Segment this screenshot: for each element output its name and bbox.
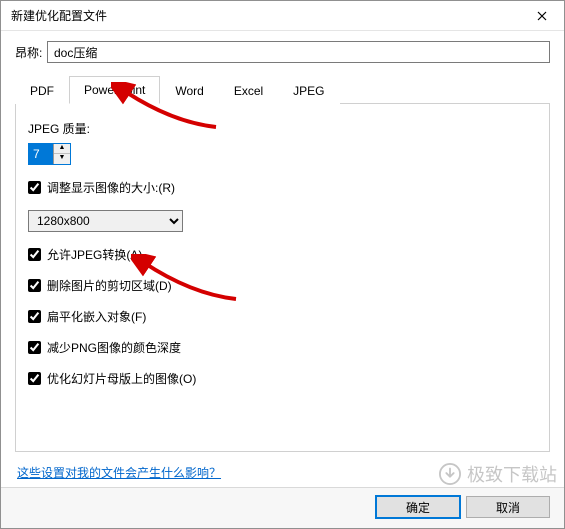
spinner-up[interactable]: ▲ [54,144,70,154]
optimize-master-row: 优化幻灯片母版上的图像(O) [28,370,537,387]
help-link[interactable]: 这些设置对我的文件会产生什么影响？ [17,466,221,480]
resize-select[interactable]: 1280x800 [28,210,183,232]
cancel-button[interactable]: 取消 [466,496,550,518]
help-row: 这些设置对我的文件会产生什么影响？ [15,460,550,487]
jpeg-quality-field: JPEG 质量: ▲ ▼ [28,120,537,165]
optimize-master-label: 优化幻灯片母版上的图像(O) [47,370,196,387]
tab-jpeg[interactable]: JPEG [278,77,339,104]
resize-select-row: 1280x800 [28,210,537,232]
optimize-master-checkbox[interactable] [28,372,41,385]
flatten-row: 扁平化嵌入对象(F) [28,308,537,325]
reduce-png-label: 减少PNG图像的颜色深度 [47,339,181,356]
nickname-label: 昂称: [15,44,47,61]
tab-pdf[interactable]: PDF [15,77,69,104]
resize-checkbox-row: 调整显示图像的大小:(R) [28,179,537,196]
flatten-checkbox[interactable] [28,310,41,323]
tab-bar: PDF PowerPoint Word Excel JPEG [15,75,550,104]
tab-powerpoint[interactable]: PowerPoint [69,76,160,104]
allow-jpeg-row: 允许JPEG转换(A) [28,246,537,263]
dialog-window: 新建优化配置文件 昂称: PDF PowerPoint Word Excel J… [0,0,565,529]
jpeg-quality-spinner[interactable]: ▲ ▼ [28,143,71,165]
tab-excel[interactable]: Excel [219,77,278,104]
allow-jpeg-checkbox[interactable] [28,248,41,261]
resize-checkbox[interactable] [28,181,41,194]
close-icon [537,11,547,21]
ok-button[interactable]: 确定 [376,496,460,518]
spinner-down[interactable]: ▼ [54,154,70,164]
flatten-label: 扁平化嵌入对象(F) [47,308,146,325]
delete-crop-checkbox[interactable] [28,279,41,292]
dialog-content: 昂称: PDF PowerPoint Word Excel JPEG JPEG … [1,31,564,487]
dialog-footer: 确定 取消 [1,487,564,528]
close-button[interactable] [519,1,564,31]
resize-label: 调整显示图像的大小:(R) [47,179,175,196]
reduce-png-row: 减少PNG图像的颜色深度 [28,339,537,356]
tab-word[interactable]: Word [160,77,218,104]
jpeg-quality-label: JPEG 质量: [28,120,537,137]
tab-content: JPEG 质量: ▲ ▼ 调整显示图像的大小:(R) 1280x800 [15,104,550,452]
allow-jpeg-label: 允许JPEG转换(A) [47,246,142,263]
nickname-input[interactable] [47,41,550,63]
titlebar: 新建优化配置文件 [1,1,564,31]
window-title: 新建优化配置文件 [11,7,519,24]
spinner-buttons: ▲ ▼ [53,144,70,164]
nickname-row: 昂称: [15,41,550,63]
delete-crop-row: 删除图片的剪切区域(D) [28,277,537,294]
jpeg-quality-input[interactable] [29,144,53,164]
delete-crop-label: 删除图片的剪切区域(D) [47,277,172,294]
reduce-png-checkbox[interactable] [28,341,41,354]
